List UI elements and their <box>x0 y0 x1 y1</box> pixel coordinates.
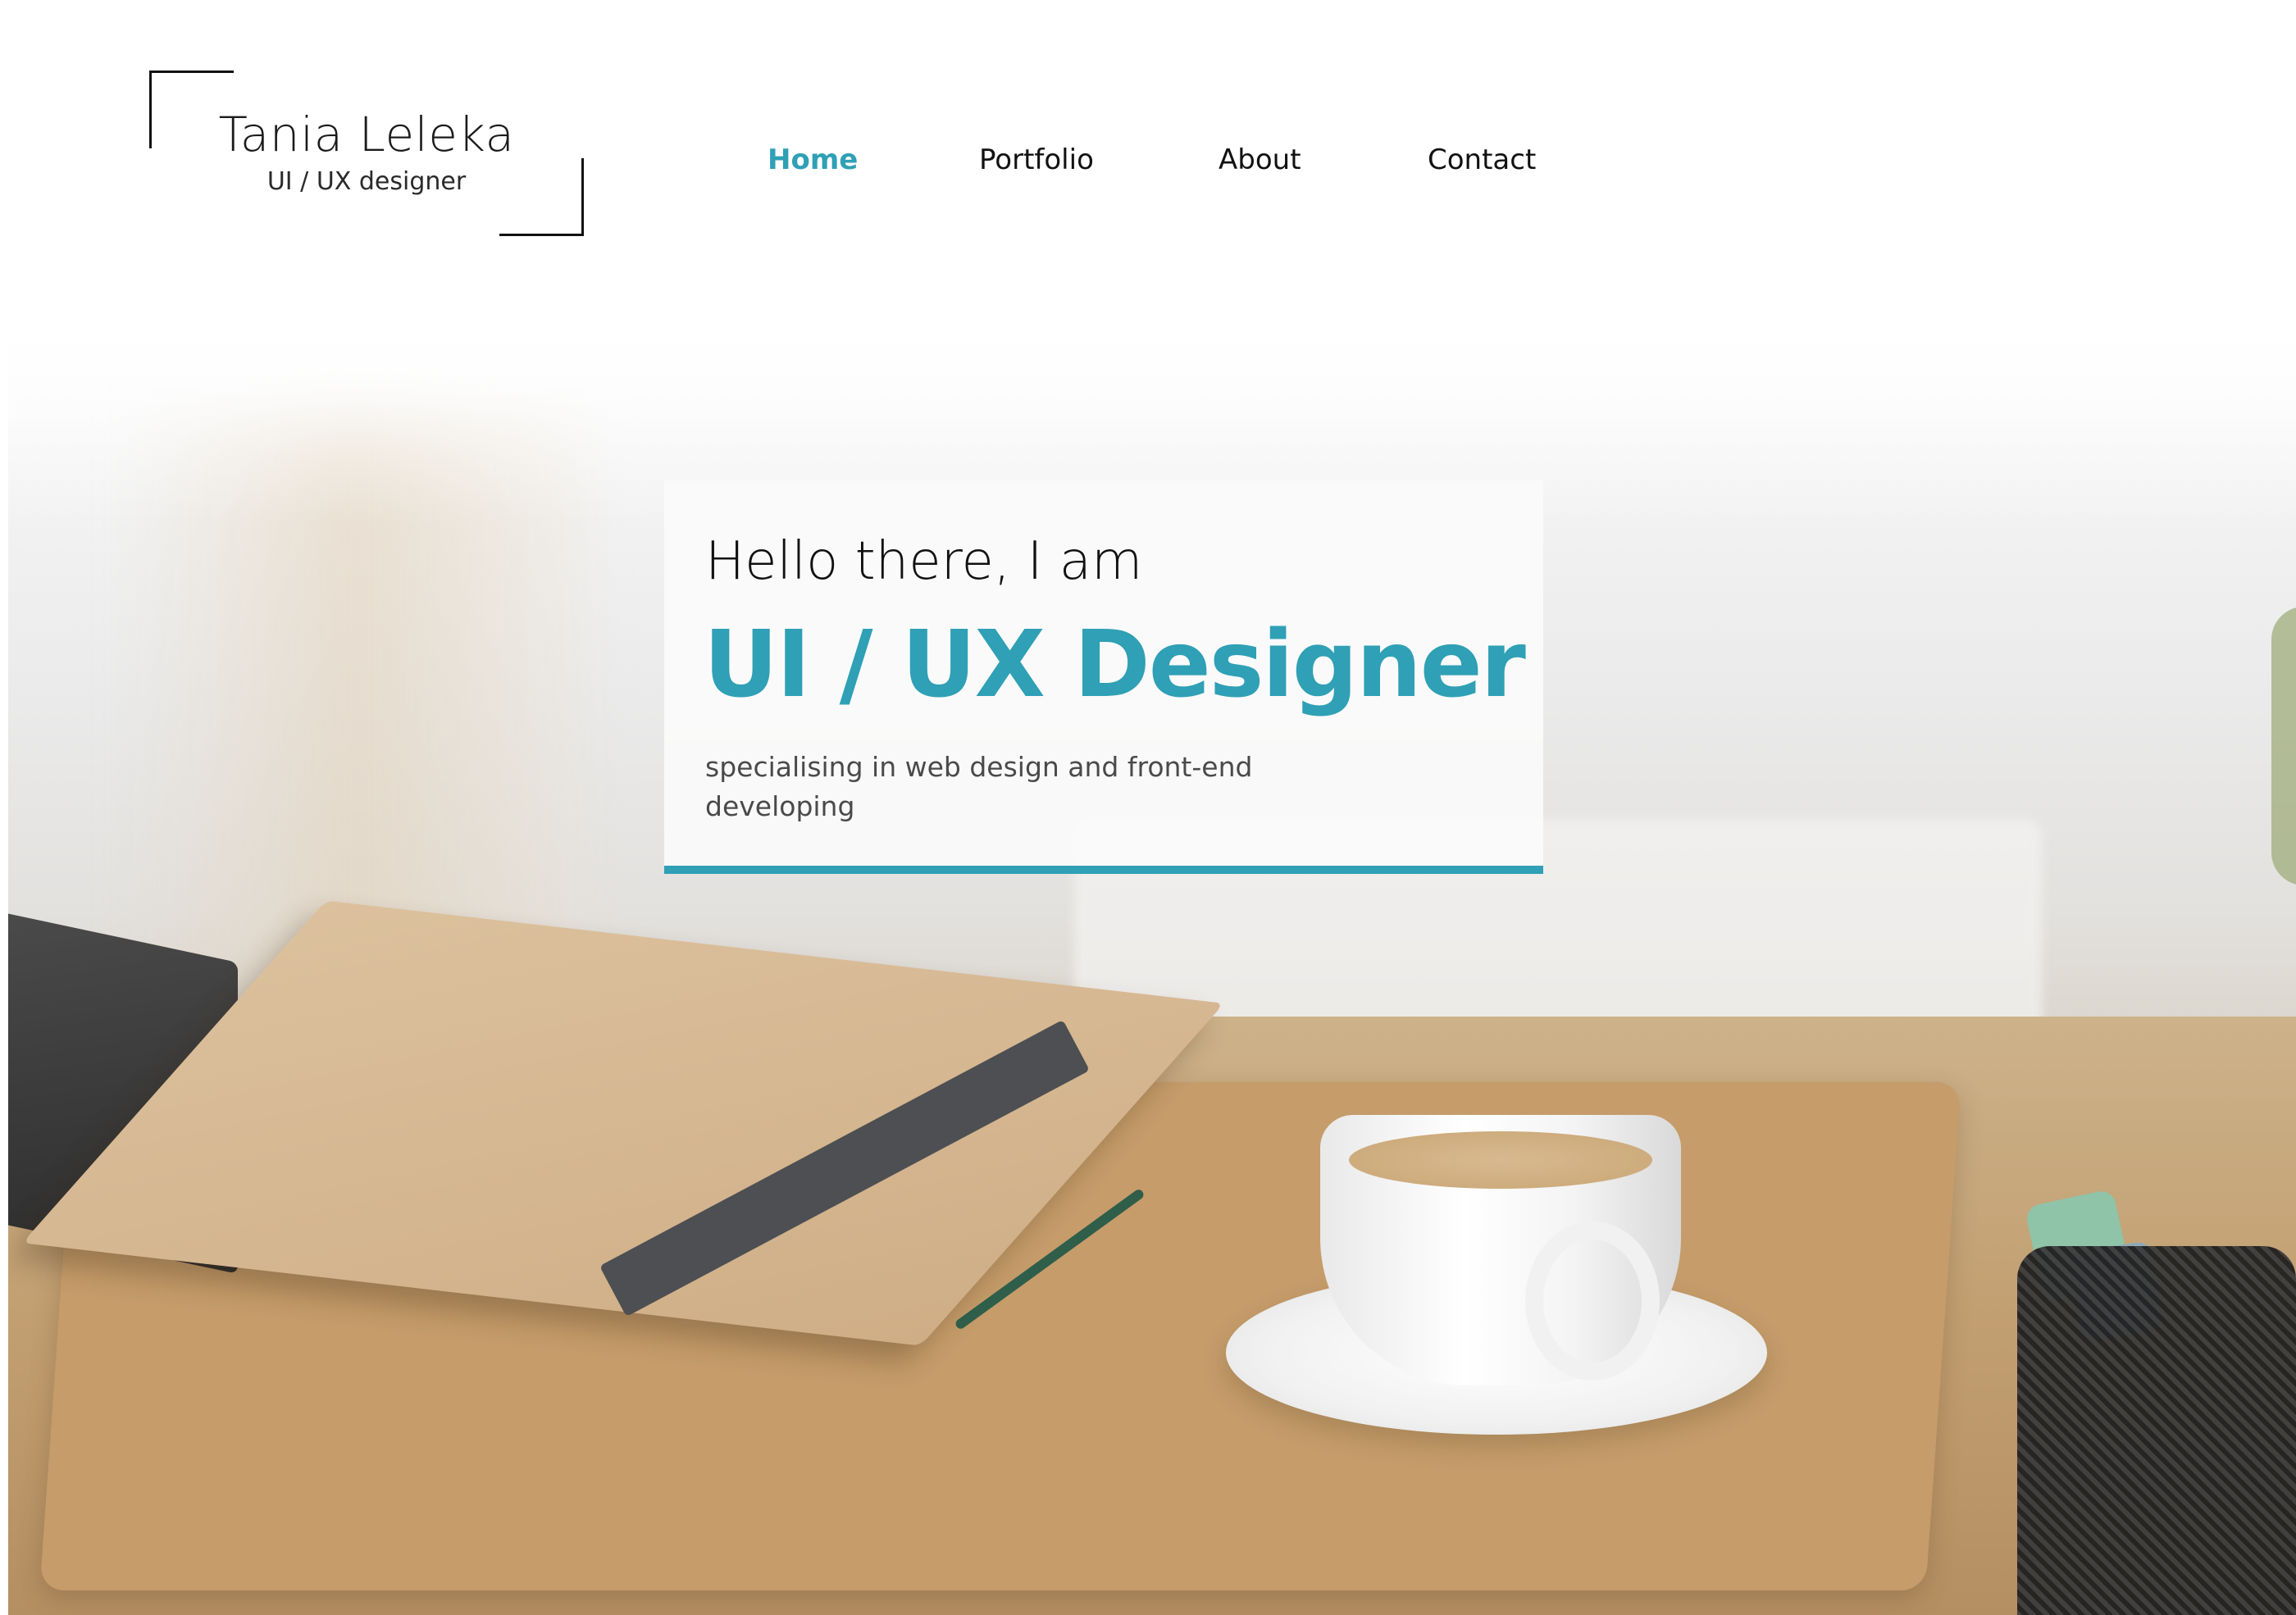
nav-home-link[interactable]: Home <box>768 143 858 176</box>
logo-role: UI / UX designer <box>266 167 467 196</box>
hero-greeting: Hello there, I am <box>705 531 1143 592</box>
intro-card: Hello there, I am UI / UX Designer speci… <box>664 480 1543 874</box>
hero-tagline: specialising in web design and front-end… <box>705 751 1253 822</box>
page: Tania Leleka UI / UX designer Home Portf… <box>0 0 2296 1615</box>
logo-name: Tania Leleka <box>218 107 515 162</box>
hero-headline: UI / UX Designer <box>704 612 1526 718</box>
pen-holder <box>2017 1246 2296 1615</box>
nav-contact-link[interactable]: Contact <box>1428 143 1536 176</box>
logo[interactable]: Tania Leleka UI / UX designer <box>149 71 584 236</box>
plant <box>2271 607 2296 885</box>
nav-about-link[interactable]: About <box>1219 143 1301 176</box>
nav-portfolio-link[interactable]: Portfolio <box>979 143 1094 176</box>
